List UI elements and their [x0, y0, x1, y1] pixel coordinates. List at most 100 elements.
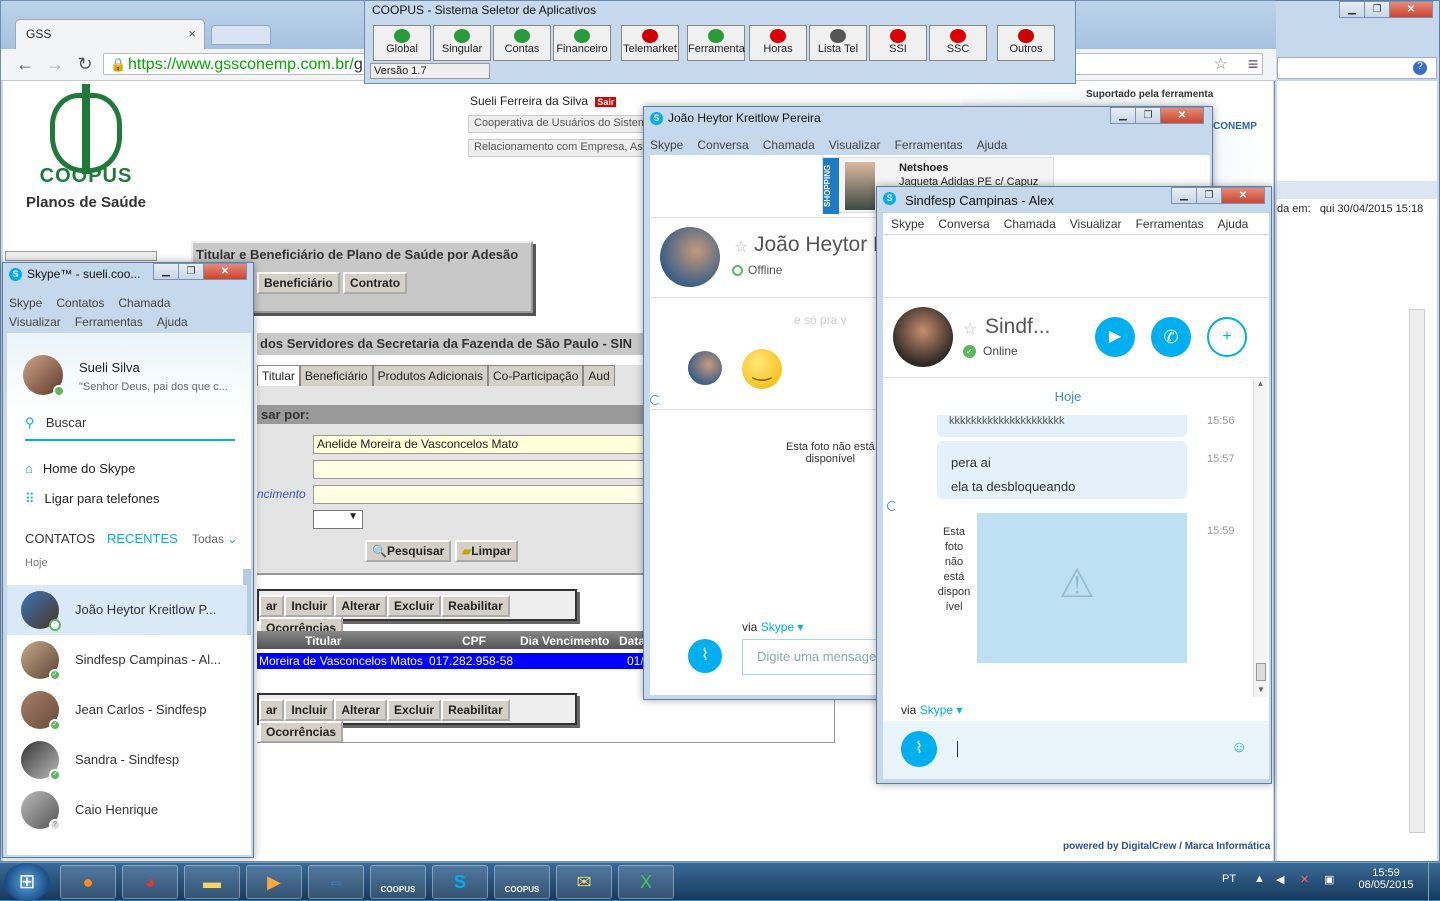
menu-ferramentas[interactable]: Ferramentas — [1136, 217, 1204, 231]
minimize-icon[interactable]: ▁ — [1171, 187, 1197, 204]
tab-contacts[interactable]: CONTATOS — [25, 531, 95, 546]
menu-conversa[interactable]: Conversa — [938, 217, 989, 231]
filter-dropdown[interactable]: Todas ⌄ — [192, 532, 237, 546]
chat-bubble[interactable]: pera ai ela ta desbloqueando — [937, 441, 1187, 499]
app-button-outros[interactable]: Outros — [997, 25, 1055, 61]
app-button-global[interactable]: Global — [373, 25, 431, 61]
chat-scrollbar[interactable]: ▲ ▼ — [1253, 379, 1267, 697]
select-dropdown[interactable]: ▼ — [313, 510, 363, 529]
incluir-button[interactable]: Incluir — [284, 595, 335, 617]
show-desktop-button[interactable] — [1428, 863, 1440, 901]
app-button-ferramenta[interactable]: Ferramenta — [687, 25, 745, 61]
table-row[interactable]: Moreira de Vasconcelos Matos 017.282.958… — [257, 653, 647, 669]
start-button[interactable]: ⊞ — [4, 863, 50, 901]
list-item[interactable]: ✓ Sandra - Sindfesp — [7, 735, 247, 785]
app-button-ssi[interactable]: SSI — [869, 25, 927, 61]
tab-recent[interactable]: RECENTES — [107, 531, 178, 546]
bg-scrollbar[interactable] — [1409, 309, 1425, 833]
help-icon[interactable]: ? — [1413, 61, 1427, 75]
maximize-icon[interactable]: ❐ — [178, 263, 204, 280]
explorer-folder-icon[interactable]: ▬ — [184, 865, 240, 899]
field-2[interactable] — [313, 460, 647, 479]
new-tab-button[interactable] — [211, 25, 271, 45]
favorite-star-icon[interactable]: ☆ — [734, 237, 748, 257]
app-button-lista-tel[interactable]: Lista Tel — [809, 25, 867, 61]
list-item[interactable]: ✓ Sindfesp Campinas - Al... — [7, 635, 247, 685]
maximize-icon[interactable]: ❐ — [1196, 187, 1222, 204]
chrome-icon[interactable]: ◕ — [122, 865, 178, 899]
browser-tab[interactable]: GSS × — [15, 19, 205, 49]
contrato-button[interactable]: Contrato — [343, 272, 408, 294]
search-box[interactable]: ⚲ Buscar — [25, 415, 235, 441]
bookmark-star-icon[interactable]: ☆ — [1214, 54, 1228, 74]
list-item[interactable]: ✓ Jean Carlos - Sindfesp — [7, 685, 247, 735]
back-icon[interactable]: ← — [13, 53, 37, 75]
contact-name[interactable]: Sindf... — [985, 315, 1050, 339]
media-player-icon[interactable]: ▶ — [246, 865, 302, 899]
link-cooperativa[interactable]: Cooperativa de Usuários do Sistem — [468, 115, 648, 133]
minimize-icon[interactable]: ▁ — [153, 263, 179, 280]
menu-chamada[interactable]: Chamada — [118, 296, 170, 310]
menu-ajuda[interactable]: Ajuda — [1218, 217, 1249, 231]
menu-visualizar[interactable]: Visualizar — [9, 315, 61, 329]
vencimento-field[interactable] — [313, 485, 647, 504]
pesquisar-button[interactable]: 🔍Pesquisar — [365, 540, 452, 562]
skype-taskbar-icon[interactable]: S — [432, 865, 488, 899]
menu-chamada[interactable]: Chamada — [1004, 217, 1056, 231]
video-call-icon[interactable]: ▶ — [1095, 317, 1135, 357]
menu-skype[interactable]: Skype — [9, 296, 42, 310]
menu-visualizar[interactable]: Visualizar — [829, 138, 881, 152]
audio-call-icon[interactable]: ✆ — [1151, 317, 1191, 357]
tab-produtos-adicionais[interactable]: Produtos Adicionais — [372, 365, 489, 386]
chat-bubble[interactable]: kkkkkkkkkkkkkkkkkkkkk — [937, 415, 1187, 437]
menu-ajuda[interactable]: Ajuda — [977, 138, 1008, 152]
tray-arrow-icon[interactable]: ▲ — [1254, 873, 1265, 885]
list-item[interactable]: João Heytor Kreitlow P... — [7, 585, 247, 635]
app-button-financeiro[interactable]: Financeiro — [553, 25, 611, 61]
user-mood[interactable]: "Senhor Deus, pai dos que c... — [79, 381, 228, 393]
coopus-taskbar-icon-2[interactable]: COOPUS — [494, 865, 550, 899]
menu-chamada[interactable]: Chamada — [763, 138, 815, 152]
attach-icon[interactable]: ⌇ — [688, 639, 722, 673]
list-item[interactable]: ? Caio Henrique — [7, 785, 247, 835]
contact-name[interactable]: João Heytor K — [754, 233, 887, 257]
close-tab-icon[interactable]: × — [188, 26, 196, 41]
reload-icon[interactable]: ↻ — [73, 53, 97, 75]
excluir-button[interactable]: Excluir — [387, 595, 442, 617]
maximize-icon[interactable]: ❐ — [1135, 107, 1161, 124]
app-button-horas[interactable]: Horas — [749, 25, 807, 61]
menu-skype[interactable]: Skype — [650, 138, 683, 152]
chrome-menu-icon[interactable]: ≡ — [1241, 53, 1265, 75]
footer-powered[interactable]: powered by DigitalCrew — [1063, 841, 1176, 852]
menu-skype[interactable]: Skype — [891, 217, 924, 231]
menu-ferramentas[interactable]: Ferramentas — [895, 138, 963, 152]
app-button-contas[interactable]: Contas — [493, 25, 551, 61]
logout-button[interactable]: Sair — [595, 97, 617, 107]
message-input[interactable] — [949, 727, 1229, 771]
call-phones-link[interactable]: ⠿ Ligar para telefones — [25, 491, 159, 507]
minimize-icon[interactable]: ▁ — [1339, 1, 1365, 18]
menu-ajuda[interactable]: Ajuda — [157, 315, 188, 329]
emoticon-icon[interactable]: ☺ — [1231, 739, 1247, 757]
app-button-ssc[interactable]: SSC — [929, 25, 987, 61]
outlook-icon[interactable]: ✉ — [556, 865, 612, 899]
skype-link[interactable]: Skype — [920, 703, 953, 717]
page-frame-scroll[interactable] — [5, 251, 157, 261]
link-relacionamento[interactable]: Relacionamento com Empresa, Ass — [468, 139, 648, 157]
bg-window-buttons[interactable]: ▁ ❐ ✕ — [1339, 1, 1433, 18]
reabilitar-button[interactable]: Reabilitar — [441, 595, 510, 617]
teamviewer-icon[interactable]: ⇔ — [308, 865, 364, 899]
network-error-icon[interactable]: ✕ — [1300, 873, 1309, 886]
minimize-icon[interactable]: ▁ — [1110, 107, 1136, 124]
menu-contatos[interactable]: Contatos — [56, 296, 104, 310]
volume-icon[interactable]: ◀ — [1276, 873, 1284, 886]
close-icon[interactable]: ✕ — [1160, 107, 1204, 124]
close-icon[interactable]: ✕ — [1221, 187, 1265, 204]
language-indicator[interactable]: PT — [1222, 873, 1236, 885]
tab-beneficiario[interactable]: Beneficiário — [299, 365, 373, 386]
maximize-icon[interactable]: ❐ — [1364, 1, 1390, 18]
user-name[interactable]: Sueli Silva — [79, 360, 140, 375]
name-field[interactable]: Anelide Moreira de Vasconcelos Mato — [313, 435, 647, 454]
attach-icon[interactable]: ⌇ — [901, 731, 937, 767]
clock[interactable]: 15:59 08/05/2015 — [1356, 867, 1416, 891]
